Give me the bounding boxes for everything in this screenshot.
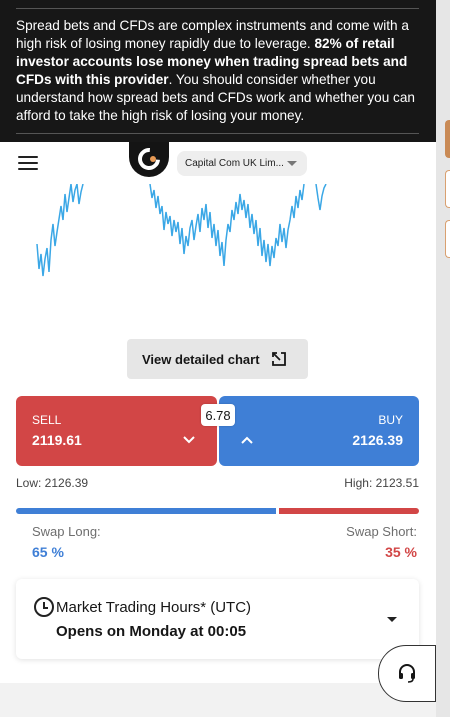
sell-button[interactable]: SELL 2119.61 <box>16 396 217 466</box>
chevron-down-icon[interactable] <box>387 617 397 622</box>
support-chat-button[interactable] <box>378 645 436 702</box>
swap-long-label: Swap Long: <box>32 524 101 539</box>
risk-warning-banner: Spread bets and CFDs are complex instrum… <box>0 0 436 142</box>
page-footer-band <box>0 683 436 717</box>
swap-short-value: 35 % <box>385 544 417 560</box>
buy-label: BUY <box>378 413 403 427</box>
clock-icon <box>34 597 54 617</box>
chart-series-line-3 <box>315 184 327 211</box>
chevron-down-icon <box>287 161 297 166</box>
chevron-up-icon <box>241 436 253 444</box>
risk-warning-text: Spread bets and CFDs are complex instrum… <box>16 17 420 125</box>
chart-line-svg <box>36 184 327 277</box>
trading-hours-panel[interactable]: Market Trading Hours* (UTC) Opens on Mon… <box>16 579 419 659</box>
view-detailed-chart-button[interactable]: View detailed chart <box>127 339 308 379</box>
buy-price: 2126.39 <box>352 432 403 448</box>
side-panel-strip <box>436 0 450 717</box>
menu-icon[interactable] <box>18 156 38 170</box>
trading-hours-title: Market Trading Hours* (UTC) <box>56 599 252 616</box>
risk-divider-top <box>16 8 419 9</box>
spread-badge: 6.78 <box>201 404 235 426</box>
entity-selector[interactable]: Capital Com UK Lim... <box>177 151 307 176</box>
sentiment-bar-short <box>279 508 419 514</box>
buy-button[interactable]: BUY 2126.39 <box>219 396 419 466</box>
daily-low: Low: 2126.39 <box>16 476 89 490</box>
trading-hours-status: Opens on Monday at 00:05 <box>56 623 247 640</box>
daily-high: High: 2123.51 <box>344 476 419 490</box>
sell-label: SELL <box>32 413 62 427</box>
expand-icon <box>272 352 286 366</box>
chart-series-line-2 <box>149 184 305 267</box>
view-detailed-chart-label: View detailed chart <box>142 352 260 367</box>
chevron-down-icon <box>183 436 195 444</box>
sentiment-bar-long <box>16 508 276 514</box>
side-tab-3[interactable] <box>445 220 450 258</box>
side-tab-2[interactable] <box>445 170 450 208</box>
entity-selector-label: Capital Com UK Lim... <box>185 158 284 169</box>
side-tab-1[interactable] <box>445 120 450 158</box>
sell-price: 2119.61 <box>32 432 82 448</box>
chart-series-line <box>36 184 84 277</box>
swap-long-value: 65 % <box>32 544 64 560</box>
risk-divider-bottom <box>16 133 419 134</box>
swap-short-label: Swap Short: <box>346 524 417 539</box>
headset-icon <box>399 664 415 683</box>
